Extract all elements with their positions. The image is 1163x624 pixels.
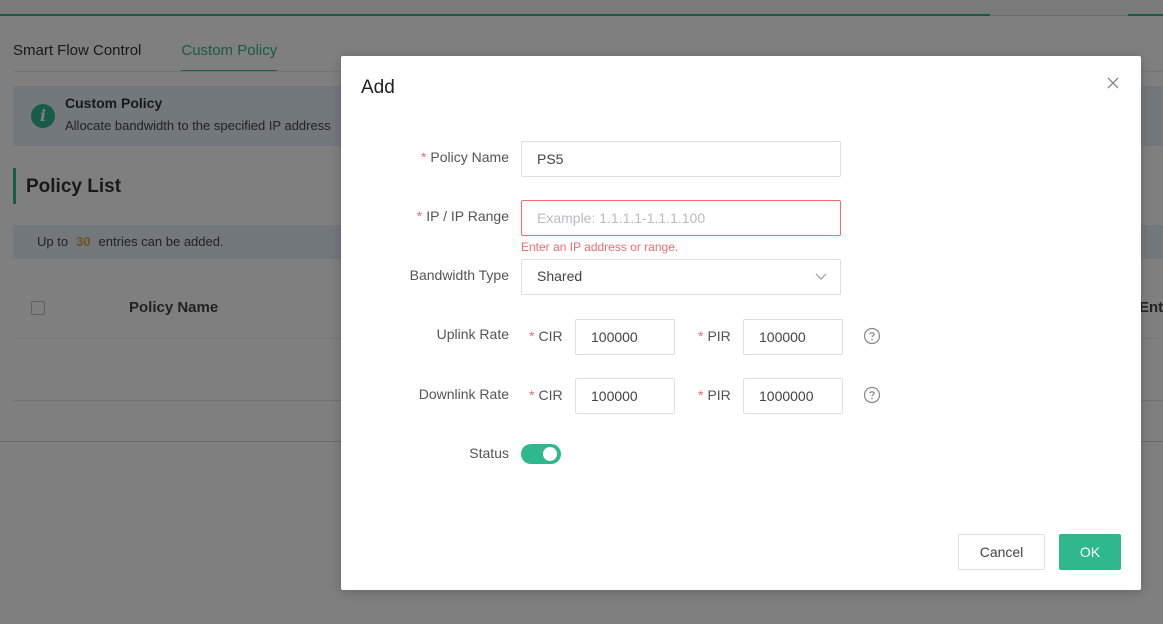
downlink-help-icon[interactable] (863, 386, 881, 404)
downlink-pir-input[interactable] (743, 378, 843, 414)
downlink-pir-label: * PIR (698, 387, 731, 403)
downlink-rate-label: Downlink Rate (418, 386, 509, 402)
status-toggle[interactable] (521, 444, 561, 464)
bandwidth-type-select[interactable]: Shared (521, 259, 841, 295)
policy-name-label: * Policy Name (420, 149, 509, 165)
uplink-cir-input[interactable] (575, 319, 675, 355)
uplink-rate-label: Uplink Rate (436, 326, 509, 342)
toggle-knob (543, 447, 557, 461)
uplink-pir-label: * PIR (698, 328, 731, 344)
bandwidth-type-value: Shared (537, 268, 583, 284)
add-policy-dialog: Add *Policy Name *IP / IP Range Enter an… (341, 56, 1141, 590)
cancel-button[interactable]: Cancel (958, 534, 1045, 570)
ip-range-input[interactable] (521, 200, 841, 236)
downlink-cir-label: * CIR (529, 387, 563, 403)
ip-range-label: * IP / IP Range (416, 208, 509, 224)
downlink-cir-input[interactable] (575, 378, 675, 414)
bandwidth-type-label: Bandwidth Type (409, 267, 509, 283)
policy-name-input[interactable] (521, 141, 841, 177)
ok-button[interactable]: OK (1059, 534, 1121, 570)
ip-range-error: Enter an IP address or range. (521, 240, 679, 254)
uplink-help-icon[interactable] (863, 327, 881, 345)
uplink-cir-label: * CIR (529, 328, 563, 344)
uplink-pir-input[interactable] (743, 319, 843, 355)
chevron-down-icon (814, 269, 828, 283)
dialog-title: Add (361, 77, 395, 98)
close-icon[interactable] (1103, 74, 1123, 94)
status-label: Status (469, 445, 509, 461)
